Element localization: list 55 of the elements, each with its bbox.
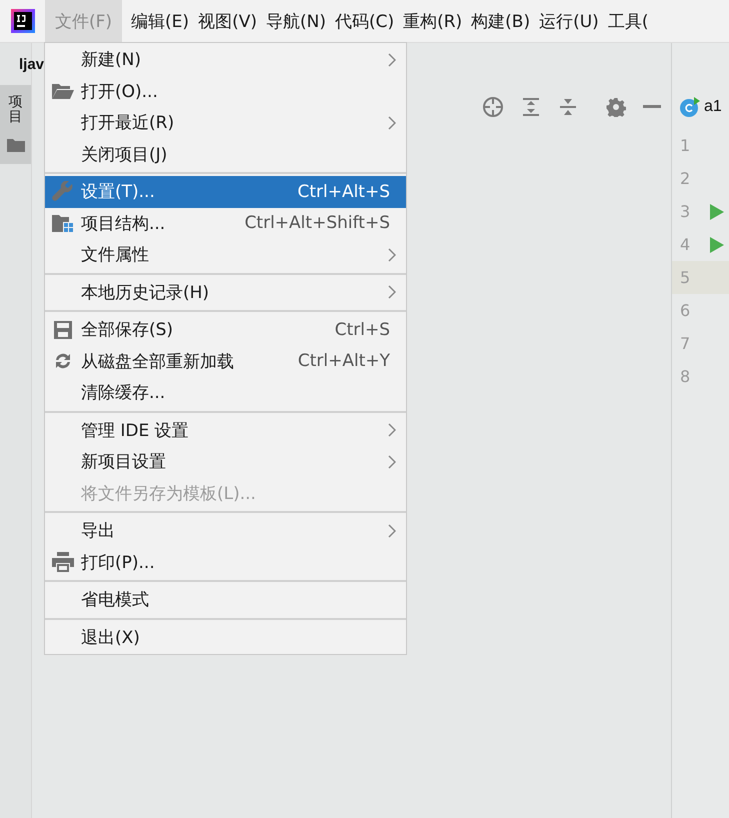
menubar-item[interactable]: 构建(B) xyxy=(466,0,536,42)
keyboard-shortcut: Ctrl+Alt+Shift+S xyxy=(244,213,390,234)
class-file-icon xyxy=(679,96,701,118)
wrench-icon xyxy=(52,180,74,203)
folder-icon xyxy=(6,138,24,152)
menubar-item[interactable]: 重构(R) xyxy=(398,0,468,42)
menubar-item[interactable]: 运行(U) xyxy=(534,0,604,42)
menu-item[interactable]: 打开最近(R) xyxy=(45,107,406,138)
menu-item[interactable]: 新建(N) xyxy=(45,44,406,76)
line-number: 5 xyxy=(680,268,690,287)
run-icon[interactable] xyxy=(710,236,724,252)
folder-grid-icon xyxy=(52,214,74,232)
minimize-icon[interactable] xyxy=(643,105,661,109)
menu-item[interactable]: 关闭项目(J) xyxy=(45,138,406,170)
keyboard-shortcut: Ctrl+S xyxy=(334,320,390,340)
menu-item[interactable]: 打印(P)... xyxy=(45,546,406,578)
settings-icon[interactable] xyxy=(606,97,626,117)
menu-item[interactable]: 新项目设置 xyxy=(45,446,406,478)
keyboard-shortcut: Ctrl+Alt+S xyxy=(297,182,390,202)
menu-item[interactable]: 本地历史记录(H) xyxy=(45,276,406,308)
menu-item[interactable]: 文件属性 xyxy=(45,239,406,270)
line-number: 3 xyxy=(680,202,690,221)
menubar-item[interactable]: 导航(N) xyxy=(260,0,331,42)
menu-item[interactable]: 退出(X) xyxy=(45,622,406,653)
tool-window-tab[interactable]: 项目 xyxy=(0,85,31,164)
menu-item[interactable]: 全部保存(S) Ctrl+S xyxy=(45,314,406,346)
menubar-item[interactable]: 工具( xyxy=(602,0,654,42)
printer-icon xyxy=(52,552,74,572)
line-number: 4 xyxy=(680,235,690,254)
line-number: 1 xyxy=(680,136,690,155)
locate-icon[interactable] xyxy=(482,96,504,118)
editor-tab[interactable]: a1 xyxy=(672,96,722,118)
menu-item[interactable]: 从磁盘全部重新加载 Ctrl+Alt+Y xyxy=(45,346,406,377)
menubar-item[interactable]: 视图(V) xyxy=(193,0,262,42)
menu-item[interactable]: 导出 xyxy=(45,515,406,546)
save-icon xyxy=(54,320,72,339)
menu-item[interactable]: 项目结构... Ctrl+Alt+Shift+S xyxy=(45,208,406,239)
menu-item[interactable]: 设置(T)... Ctrl+Alt+S xyxy=(45,176,406,208)
project-title: ljav xyxy=(19,56,44,72)
menu-item[interactable]: 省电模式 xyxy=(45,584,406,616)
keyboard-shortcut: Ctrl+Alt+Y xyxy=(298,351,390,372)
menu-item[interactable]: 清除缓存... xyxy=(45,377,406,408)
menu-item[interactable]: 管理 IDE 设置 xyxy=(45,414,406,446)
collapse-all-icon[interactable] xyxy=(558,97,578,117)
expand-all-icon[interactable] xyxy=(521,97,541,117)
folder-icon xyxy=(52,82,74,100)
line-number: 6 xyxy=(680,301,690,320)
run-icon[interactable] xyxy=(710,204,724,220)
line-number: 7 xyxy=(680,334,690,353)
line-number: 2 xyxy=(680,169,690,188)
menu-item[interactable]: 打开(O)... xyxy=(45,76,406,107)
line-number: 8 xyxy=(680,367,690,386)
app-logo-icon xyxy=(11,9,35,33)
menubar-item[interactable]: 代码(C) xyxy=(330,0,400,42)
menubar-item[interactable]: 编辑(E) xyxy=(126,0,194,42)
